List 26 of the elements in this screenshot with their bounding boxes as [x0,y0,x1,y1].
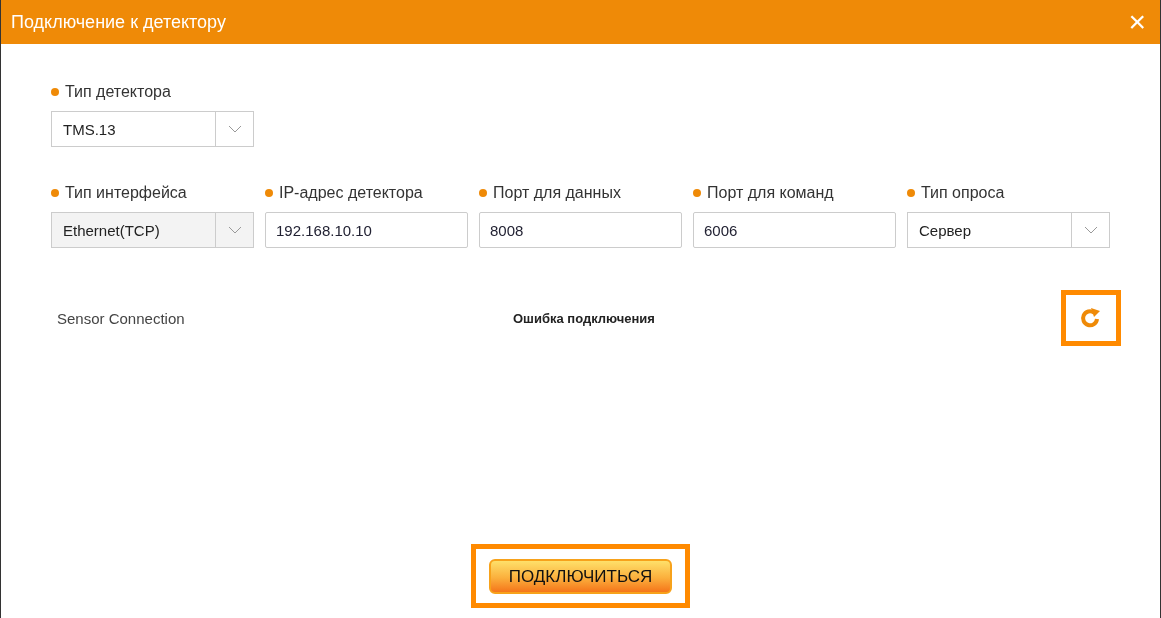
connect-button[interactable]: ПОДКЛЮЧИТЬСЯ [489,559,672,594]
bullet-dot [51,189,59,197]
window-title: Подключение к детектору [11,11,226,33]
field-label: Тип опроса [921,184,1005,202]
input-field[interactable]: 8008 [479,212,682,248]
field-label: Тип интерфейса [65,184,187,202]
field-label: IP-адрес детектора [279,184,423,202]
chevron-down-icon [227,125,242,133]
input-field[interactable]: 6006 [693,212,896,248]
dropdown[interactable]: TMS.13 [51,111,254,147]
bullet-dot [265,189,273,197]
bullet-dot [693,189,701,197]
field-label: Порт для данных [493,184,621,202]
field-label: Порт для команд [707,184,834,202]
chevron-down-icon [1083,226,1098,234]
bullet-dot [907,189,915,197]
sensor-name: Sensor Connection [57,309,186,327]
refresh-icon [1080,307,1102,329]
status-message: Ошибка подключения [513,310,656,326]
chevron-down-icon [227,226,242,234]
refresh-button[interactable] [1061,290,1121,346]
field-label: Тип детектора [65,83,171,101]
bullet-dot [51,88,59,96]
bullet-dot [479,189,487,197]
dropdown[interactable]: Сервер [907,212,1110,248]
input-field[interactable]: 192.168.10.10 [265,212,468,248]
